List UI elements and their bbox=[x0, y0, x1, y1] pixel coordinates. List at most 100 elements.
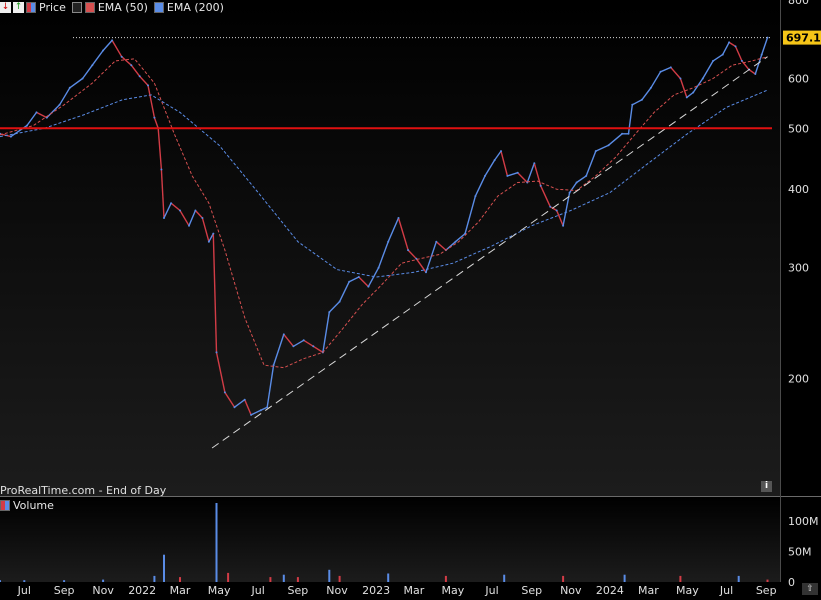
price-point bbox=[740, 59, 743, 62]
price-point bbox=[194, 209, 197, 212]
volume-bar bbox=[179, 577, 181, 582]
price-point bbox=[685, 96, 688, 99]
price-point bbox=[533, 162, 536, 165]
volume-bar bbox=[623, 574, 626, 582]
volume-bar bbox=[296, 577, 299, 582]
price-point bbox=[138, 75, 141, 78]
price-point bbox=[454, 240, 457, 243]
volume-bar bbox=[562, 575, 565, 582]
chart-canvas[interactable]: 800 600 500 400 300 200 0 50M 100M Jul Sep Nov 2022 M… bbox=[0, 0, 821, 597]
price-point bbox=[679, 77, 682, 80]
price-point bbox=[357, 276, 360, 278]
price-point bbox=[147, 84, 149, 87]
price-point bbox=[153, 116, 156, 119]
price-point bbox=[701, 77, 704, 80]
volume-panel-background bbox=[0, 497, 780, 582]
price-point bbox=[627, 132, 630, 135]
legend-label-price: Price bbox=[39, 0, 66, 14]
chart-stage: 800 600 500 400 300 200 0 50M 100M Jul Sep Nov 2022 M… bbox=[0, 0, 821, 597]
data-source-label: ProRealTime.com - End of Day bbox=[0, 484, 167, 497]
price-point bbox=[160, 168, 163, 171]
volume-bar bbox=[215, 503, 218, 582]
price-point bbox=[649, 86, 652, 89]
volume-bar bbox=[444, 575, 447, 582]
price-point bbox=[312, 345, 315, 348]
legend-item-ema-200[interactable]: EMA (200) bbox=[153, 0, 224, 14]
price-point bbox=[207, 240, 210, 243]
legend-item-price[interactable]: Price bbox=[26, 1, 66, 14]
x-tick-label: Sep bbox=[521, 584, 542, 596]
scroll-up-icon[interactable]: ⇧ bbox=[802, 583, 818, 595]
price-point bbox=[233, 406, 236, 409]
x-tick-label: Mar bbox=[404, 584, 425, 596]
price-point bbox=[377, 266, 380, 269]
volume-bar bbox=[102, 579, 105, 582]
x-tick-label: Mar bbox=[170, 584, 191, 596]
x-tick-label: Jul bbox=[251, 584, 265, 596]
volume-bar bbox=[0, 580, 1, 582]
price-point bbox=[669, 66, 672, 69]
x-tick-label: Sep bbox=[756, 584, 777, 596]
price-point bbox=[568, 191, 571, 194]
legend-label-ema-50: EMA (50) bbox=[97, 0, 148, 14]
x-tick-label: Sep bbox=[54, 584, 75, 596]
price-point bbox=[506, 174, 509, 177]
arrow-up-icon[interactable]: ↑ bbox=[13, 1, 24, 13]
price-point bbox=[585, 174, 588, 177]
price-point bbox=[407, 249, 410, 252]
price-point bbox=[425, 271, 427, 274]
x-tick-label: May bbox=[208, 584, 231, 596]
legend-label-volume: Volume bbox=[13, 498, 54, 512]
volume-bar bbox=[338, 575, 341, 582]
arrow-down-icon[interactable]: ↓ bbox=[0, 1, 11, 13]
price-point bbox=[493, 159, 496, 162]
price-point bbox=[734, 45, 737, 48]
volume-bar bbox=[766, 579, 769, 582]
legend-swatch-price bbox=[26, 1, 36, 13]
price-point bbox=[387, 240, 390, 243]
price-point bbox=[338, 300, 341, 303]
legend-item-ema-50[interactable]: EMA (50) bbox=[71, 0, 148, 14]
price-point bbox=[728, 41, 731, 44]
price-point bbox=[754, 73, 757, 75]
price-point bbox=[500, 150, 502, 153]
price-point bbox=[212, 232, 215, 235]
y-tick-label: 400 bbox=[788, 183, 809, 196]
volume-bar bbox=[282, 574, 285, 582]
x-tick-label: Mar bbox=[638, 584, 659, 596]
volume-bar bbox=[153, 575, 156, 582]
x-tick-label: Nov bbox=[326, 584, 348, 596]
legend-swatch-volume bbox=[0, 499, 10, 511]
volume-bar bbox=[63, 580, 66, 582]
price-point bbox=[659, 70, 662, 73]
legend-label-ema-200: EMA (200) bbox=[166, 0, 224, 14]
volume-bar bbox=[23, 580, 26, 582]
price-point bbox=[539, 184, 542, 187]
price-point bbox=[607, 144, 610, 147]
price-point bbox=[223, 391, 226, 394]
y-tick-label: 300 bbox=[788, 262, 809, 275]
price-point bbox=[68, 86, 71, 89]
price-point bbox=[328, 311, 331, 314]
price-point bbox=[397, 217, 400, 219]
x-tick-label: May bbox=[676, 584, 699, 596]
y-tick-label: 800 bbox=[788, 0, 809, 7]
price-point bbox=[282, 333, 285, 336]
price-point bbox=[163, 217, 165, 219]
last-price-label: 697.12 bbox=[786, 32, 821, 45]
price-point bbox=[243, 398, 246, 401]
volume-legend[interactable]: Volume bbox=[0, 498, 54, 512]
price-point bbox=[111, 39, 114, 42]
x-tick-label: Nov bbox=[92, 584, 114, 596]
y-tick-label: 500 bbox=[788, 122, 809, 135]
price-point bbox=[712, 59, 715, 62]
price-point bbox=[302, 339, 305, 342]
price-point bbox=[130, 64, 133, 67]
volume-bar bbox=[163, 554, 165, 582]
volume-tick-label: 100M bbox=[788, 515, 819, 528]
price-point bbox=[692, 91, 695, 94]
price-point bbox=[631, 103, 634, 106]
price-point bbox=[367, 285, 370, 288]
info-icon[interactable]: i bbox=[761, 481, 772, 492]
x-tick-label: Nov bbox=[560, 584, 582, 596]
